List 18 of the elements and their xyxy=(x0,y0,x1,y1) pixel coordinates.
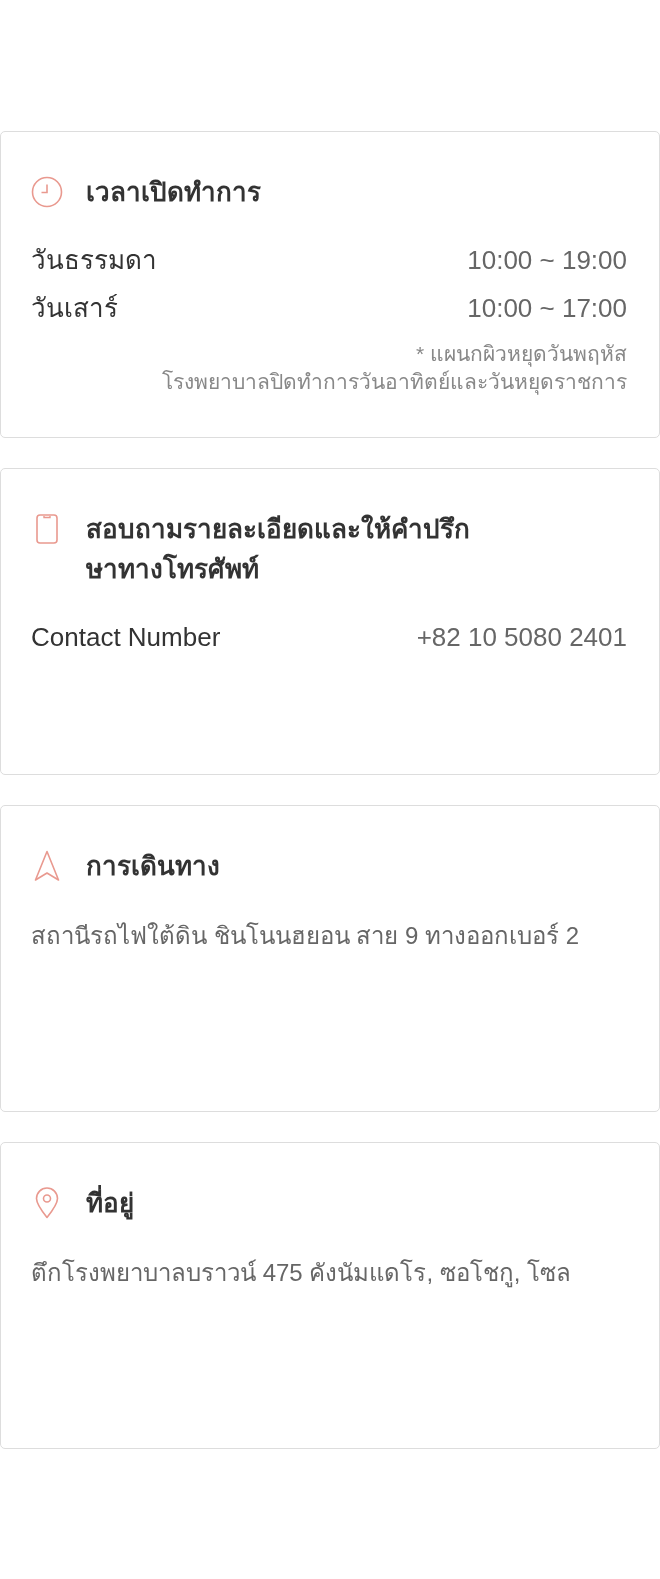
card-title: เวลาเปิดทำการ xyxy=(86,176,261,209)
row-value: +82 10 5080 2401 xyxy=(416,620,627,654)
card-text: ตึกโรงพยาบาลบราวน์ 475 คังนัมแดโร, ซอโชกู, โซล xyxy=(31,1258,573,1290)
card-text: สถานีรถไฟใต้ดิน ชินโนนฮยอน สาย 9 ทางออกเบอร์ 2 xyxy=(31,921,581,951)
row-label: วันเสาร์ xyxy=(31,291,118,325)
row-value: 10:00 ~ 17:00 xyxy=(467,291,627,325)
phone-icon xyxy=(36,514,58,544)
note-text: โรงพยาบาลปิดทำการวันอาทิตย์และวันหยุดราชการ xyxy=(162,369,627,396)
card-title: สอบถามรายละเอียดและให้คำปรึกษาทางโทรศัพท์ xyxy=(86,513,471,586)
map-pin-icon xyxy=(35,1187,59,1219)
row-label: วันธรรมดา xyxy=(31,243,157,277)
row-label: Contact Number xyxy=(31,620,221,654)
navigation-arrow-icon xyxy=(34,850,60,882)
row-value: 10:00 ~ 19:00 xyxy=(467,243,627,277)
card-title: การเดินทาง xyxy=(86,850,220,883)
clock-icon xyxy=(31,176,63,208)
note-text: * แผนกผิวหยุดวันพฤหัส xyxy=(416,341,627,368)
card-title: ที่อยู่ xyxy=(86,1183,134,1223)
